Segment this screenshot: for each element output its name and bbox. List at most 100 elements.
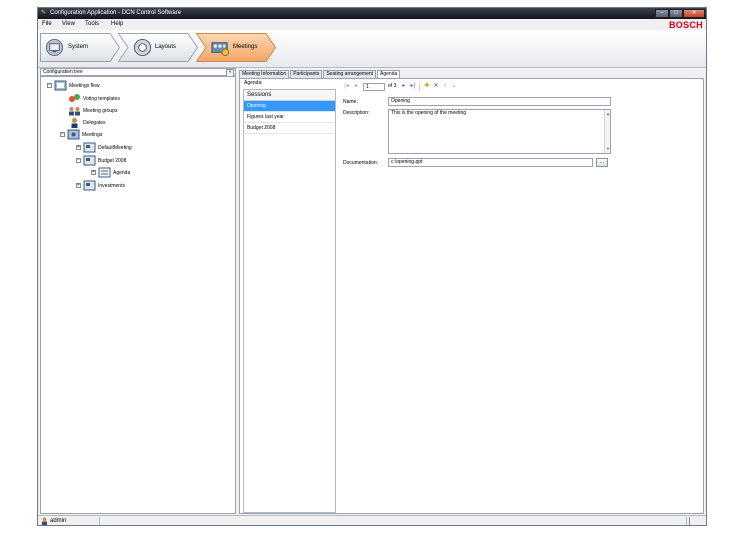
meeting-groups-icon	[69, 107, 80, 116]
breadcrumb-bar: System Layouts Meetings	[38, 30, 706, 68]
status-user: admin	[41, 517, 66, 525]
breadcrumb-layouts[interactable]: Layouts	[118, 33, 198, 62]
record-navigator: |◂ ◂ 1 of 3 ▸ ▸| ✚ ✕ ↑ ↓	[342, 82, 458, 91]
browse-button[interactable]: ...	[596, 158, 608, 167]
status-divider	[99, 517, 100, 525]
voting-templates-icon	[69, 94, 80, 102]
tab-meeting-information[interactable]: Meeting Information	[239, 70, 290, 78]
tree-item-label: Delegates	[83, 119, 106, 126]
menu-help[interactable]: Help	[111, 21, 123, 28]
menu-file[interactable]: File	[42, 21, 52, 28]
meetings-icon	[211, 42, 230, 57]
last-record-icon[interactable]: ▸|	[408, 82, 417, 91]
tree-item-agenda[interactable]: + Agenda	[91, 167, 130, 178]
documentation-label: Documentation:	[343, 160, 379, 166]
tree-expander-defaultmeeting[interactable]: +	[76, 145, 81, 150]
menu-bar: File View Tools Help	[38, 19, 706, 30]
sessions-list: Sessions Opening Figures last year Budge…	[243, 89, 336, 513]
agenda-icon	[98, 167, 111, 178]
meetings-flow-icon	[54, 80, 67, 91]
layouts-icon	[133, 38, 152, 57]
tree-expander-meetings-flow[interactable]: −	[47, 83, 52, 88]
maximize-button[interactable]: □	[669, 9, 683, 18]
detail-tabs: Meeting Information Participants Seating…	[239, 70, 401, 79]
tree-item-label: Investments	[98, 182, 125, 189]
breadcrumb-layouts-label: Layouts	[155, 44, 177, 50]
status-bar: admin	[38, 515, 706, 525]
breadcrumb-system-label: System	[68, 44, 89, 50]
breadcrumb-system[interactable]: System	[40, 33, 120, 62]
minimize-button[interactable]: –	[655, 9, 669, 18]
record-position-input[interactable]: 1	[363, 82, 385, 91]
description-scrollbar[interactable]: ▲ ▼	[604, 110, 610, 153]
breadcrumb-meetings-label: Meetings	[233, 44, 258, 50]
description-text: This is the opening of the meeting	[391, 110, 467, 116]
breadcrumb-meetings[interactable]: Meetings	[196, 33, 276, 62]
next-record-icon[interactable]: ▸	[399, 82, 408, 91]
window-title: Configuration Application - DCN Control …	[50, 10, 182, 16]
delete-record-icon[interactable]: ✕	[431, 82, 440, 91]
tree-item-budget-2008[interactable]: − Budget 2008	[76, 155, 126, 166]
tree-item-meetings[interactable]: − Meetings	[60, 129, 102, 140]
app-wrench-icon: ✎	[41, 10, 47, 16]
menu-tools[interactable]: Tools	[85, 21, 99, 28]
meeting-icon	[83, 142, 96, 153]
tree-item-meetings-flow[interactable]: − Meetings flow	[47, 80, 100, 91]
title-bar: ✎ Configuration Application - DCN Contro…	[38, 8, 706, 19]
tab-seating-arrangement[interactable]: Seating arrangement	[323, 70, 377, 78]
delegates-icon	[71, 118, 78, 128]
documentation-field[interactable]: c:\opening.ppt	[388, 158, 593, 167]
status-username: admin	[50, 518, 67, 524]
name-field[interactable]: Opening	[388, 97, 611, 106]
agenda-panel: Agenda: Sessions Opening Figures last ye…	[239, 78, 704, 514]
previous-record-icon[interactable]: ◂	[351, 82, 360, 91]
scroll-down-icon[interactable]: ▼	[606, 147, 610, 151]
session-row-figures-last-year[interactable]: Figures last year	[244, 112, 335, 123]
meeting-icon	[83, 155, 96, 166]
tab-participants[interactable]: Participants	[290, 70, 323, 78]
tree-item-label: Meetings	[82, 131, 103, 138]
application-window: ✎ Configuration Application - DCN Contro…	[37, 7, 707, 526]
add-record-icon[interactable]: ✚	[422, 82, 431, 91]
move-down-icon[interactable]: ↓	[449, 82, 458, 91]
resize-grip[interactable]	[689, 517, 690, 525]
close-button[interactable]: ✕	[683, 9, 705, 18]
user-icon	[42, 517, 47, 525]
move-up-icon[interactable]: ↑	[440, 82, 449, 91]
tree-item-delegates[interactable]: Delegates	[68, 117, 106, 128]
configuration-tree-header: Configuration tree «	[40, 68, 236, 77]
bosch-logo: BOSCH	[668, 20, 703, 30]
agenda-label: Agenda:	[244, 80, 263, 86]
description-field[interactable]: This is the opening of the meeting ▲ ▼	[388, 109, 611, 154]
tree-expander-agenda[interactable]: +	[91, 170, 96, 175]
menu-view[interactable]: View	[62, 21, 75, 28]
session-row-opening[interactable]: Opening	[244, 101, 335, 112]
tree-expander-budget-2008[interactable]: −	[76, 158, 81, 163]
system-icon	[45, 38, 64, 57]
sessions-header: Sessions	[244, 90, 335, 101]
tree-item-label: DefaultMeeting	[98, 144, 132, 151]
status-divider	[686, 517, 687, 525]
tree-expander-investments[interactable]: +	[76, 183, 81, 188]
name-label: Name:	[343, 99, 358, 105]
tree-expander-meetings[interactable]: −	[60, 132, 65, 137]
tree-item-label: Meeting groups	[83, 107, 118, 114]
tree-item-voting-templates[interactable]: Voting templates	[68, 93, 120, 104]
meetings-folder-icon	[67, 129, 80, 140]
tree-item-label: Budget 2008	[98, 157, 127, 164]
tree-item-defaultmeeting[interactable]: + DefaultMeeting	[76, 142, 132, 153]
tree-item-label: Voting templates	[83, 95, 120, 102]
tree-item-investments[interactable]: + Investments	[76, 180, 125, 191]
first-record-icon[interactable]: |◂	[342, 82, 351, 91]
window-controls: – □ ✕	[655, 9, 705, 18]
scroll-up-icon[interactable]: ▲	[606, 112, 610, 116]
tree-item-label: Agenda	[113, 169, 131, 176]
tree-item-meeting-groups[interactable]: Meeting groups	[68, 105, 117, 116]
configuration-tree: − Meetings flow Voting templates Meeting…	[40, 76, 236, 514]
record-count: of 3	[388, 83, 397, 89]
navigator-separator	[419, 82, 421, 91]
tree-item-label: Meetings flow	[69, 82, 100, 89]
configuration-tree-title: Configuration tree	[43, 69, 83, 75]
session-row-budget-2008[interactable]: Budget 2008	[244, 123, 335, 134]
meeting-icon	[83, 180, 96, 191]
